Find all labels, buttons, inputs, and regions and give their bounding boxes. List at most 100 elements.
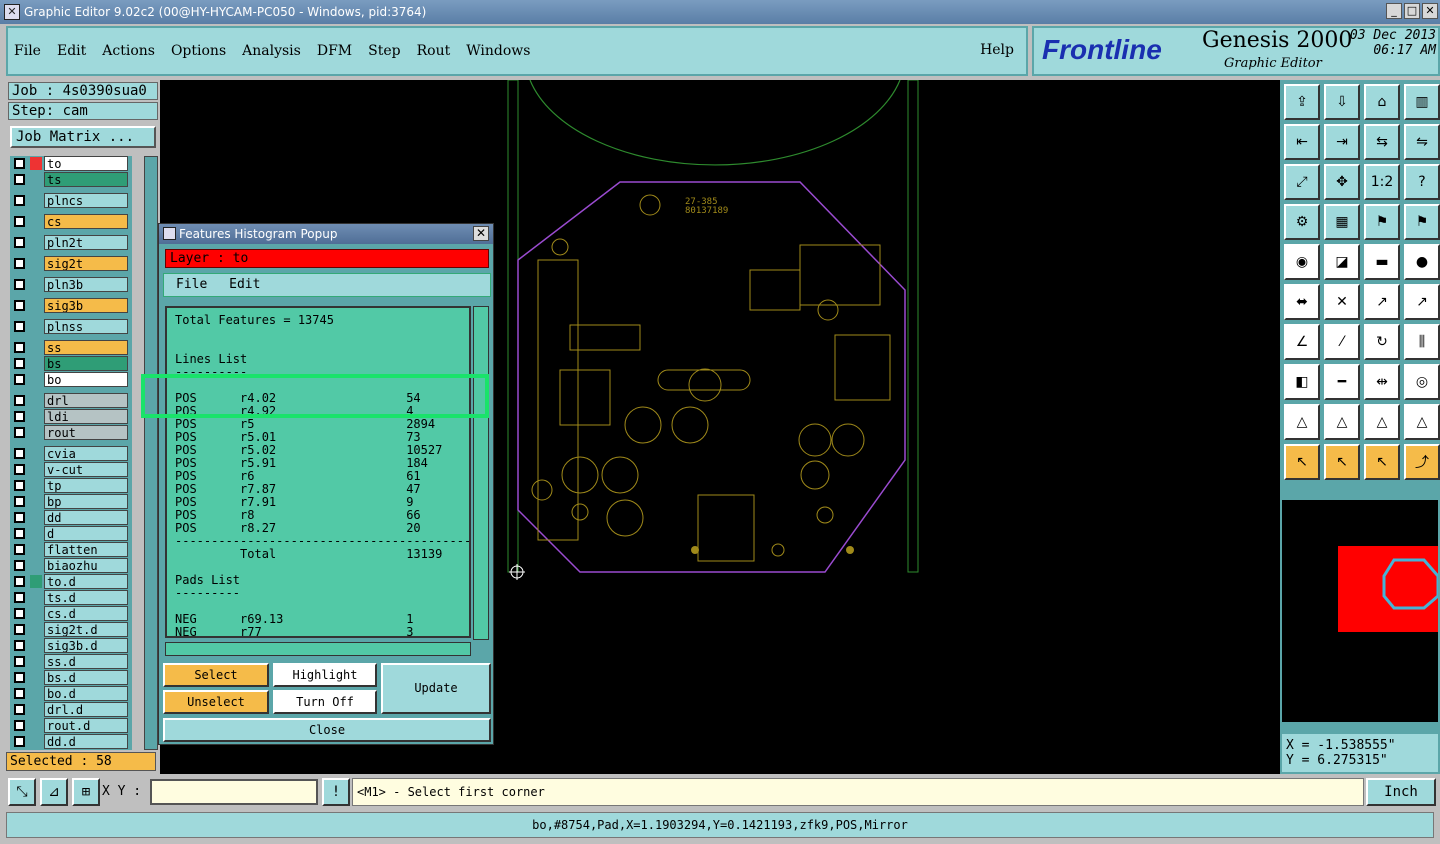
layer-row[interactable]: pln2t [10,235,132,250]
menu-windows[interactable]: Windows [466,43,530,59]
layer-checkbox[interactable] [14,672,25,683]
cross-icon[interactable]: ✕ [1324,284,1360,320]
layer-row[interactable]: ts.d [10,590,132,605]
zoom-out-icon[interactable]: ⇩ [1324,84,1360,120]
layer-row[interactable]: d [10,526,132,541]
layer-checkbox[interactable] [14,592,25,603]
layer-flag2-icon[interactable]: ⚑ [1404,204,1440,240]
layer-row[interactable]: bs [10,356,132,371]
line-icon[interactable]: ⁄ [1324,324,1360,360]
swap-icon[interactable]: ⇆ [1364,124,1400,160]
layer-checkbox[interactable] [14,736,25,747]
layer-row[interactable]: rout [10,425,132,440]
update-button[interactable]: Update [381,663,491,714]
layer-checkbox[interactable] [14,528,25,539]
xy-input[interactable] [150,779,318,805]
layer-checkbox[interactable] [14,195,25,206]
layer-checkbox[interactable] [14,512,25,523]
help-icon[interactable]: ? [1404,164,1440,200]
job-matrix-button[interactable]: Job Matrix ... [10,126,156,148]
pad-icon[interactable]: ◉ [1284,244,1320,280]
layer-row[interactable]: ss [10,340,132,355]
layer-name[interactable]: ss [44,340,128,355]
layer-name[interactable]: biaozhu [44,558,128,573]
layer-checkbox[interactable] [14,342,25,353]
layer-row[interactable]: ss.d [10,654,132,669]
layer-name[interactable]: cvia [44,446,128,461]
pointer2-icon[interactable]: ↖ [1324,444,1360,480]
layer-name[interactable]: flatten [44,542,128,557]
layer-row[interactable]: ts [10,172,132,187]
layer-name[interactable]: ts [44,172,128,187]
layer-row[interactable]: cvia [10,446,132,461]
menu-analysis[interactable]: Analysis [242,43,301,59]
layer-checkbox[interactable] [14,704,25,715]
minimize-button[interactable]: _ [1386,3,1402,19]
triangle4-icon[interactable]: △ [1404,404,1440,440]
layer-checkbox[interactable] [14,358,25,369]
circle-icon[interactable]: ● [1404,244,1440,280]
panel-icon[interactable]: ▥ [1404,84,1440,120]
histogram-hscrollbar[interactable] [165,642,471,656]
layer-name[interactable]: ldi [44,409,128,424]
menu-actions[interactable]: Actions [102,43,155,59]
bar-icon[interactable]: ━ [1324,364,1360,400]
ruler-icon[interactable]: ▬ [1364,244,1400,280]
layer-name[interactable]: rout.d [44,718,128,733]
pointer-icon[interactable]: ↖ [1284,444,1320,480]
layer-name[interactable]: to [44,156,128,171]
layer-checkbox[interactable] [14,216,25,227]
layer-row[interactable]: v-cut [10,462,132,477]
layer-checkbox[interactable] [14,560,25,571]
layer-name[interactable]: pln3b [44,277,128,292]
menu-rout[interactable]: Rout [417,43,451,59]
layer-name[interactable]: ss.d [44,654,128,669]
layer-checkbox[interactable] [14,411,25,422]
layer-row[interactable]: cs.d [10,606,132,621]
layer-checkbox[interactable] [14,544,25,555]
polygon-icon[interactable]: ◪ [1324,244,1360,280]
wrap-icon[interactable]: ⇋ [1404,124,1440,160]
unit-selector[interactable]: Inch [1366,778,1436,806]
layer-row[interactable]: dd.d [10,734,132,749]
layer-name[interactable]: rout [44,425,128,440]
layer-checkbox[interactable] [14,656,25,667]
pan-right-icon[interactable]: ⇥ [1324,124,1360,160]
layer-row[interactable]: bo.d [10,686,132,701]
layer-name[interactable]: v-cut [44,462,128,477]
layer-checkbox[interactable] [14,480,25,491]
fit-icon[interactable]: ⤢ [1284,164,1320,200]
layer-checkbox[interactable] [14,464,25,475]
highlight-button[interactable]: Highlight [273,663,377,687]
zoom-in-icon[interactable]: ⇪ [1284,84,1320,120]
layer-row[interactable]: plncs [10,193,132,208]
layer-checkbox[interactable] [14,321,25,332]
home-icon[interactable]: ⌂ [1364,84,1400,120]
layer-checkbox[interactable] [14,624,25,635]
layer-checkbox[interactable] [14,279,25,290]
layer-name[interactable]: tp [44,478,128,493]
unselect-button[interactable]: Unselect [163,690,269,714]
arrow2-icon[interactable]: ↗ [1404,284,1440,320]
mirror-icon[interactable]: ⫼ [1404,324,1440,360]
layer-checkbox[interactable] [14,237,25,248]
triangle3-icon[interactable]: △ [1364,404,1400,440]
layer-row[interactable]: flatten [10,542,132,557]
layer-row[interactable]: dd [10,510,132,525]
layer-checkbox[interactable] [14,496,25,507]
layer-scrollbar[interactable] [144,156,158,750]
layer-row[interactable]: to [10,156,132,171]
pan-left-icon[interactable]: ⇤ [1284,124,1320,160]
layer-row[interactable]: bp [10,494,132,509]
turn-off-button[interactable]: Turn Off [273,690,377,714]
layer-checkbox[interactable] [14,640,25,651]
menu-help[interactable]: Help [980,42,1014,58]
menu-step[interactable]: Step [368,43,400,59]
layer-flag-icon[interactable]: ⚑ [1364,204,1400,240]
layer-row[interactable]: sig2t.d [10,622,132,637]
distance-icon[interactable]: ⇹ [1364,364,1400,400]
layer-row[interactable]: to.d [10,574,132,589]
layer-checkbox[interactable] [14,158,25,169]
layer-row[interactable]: sig3b [10,298,132,313]
layer-name[interactable]: bo [44,372,128,387]
